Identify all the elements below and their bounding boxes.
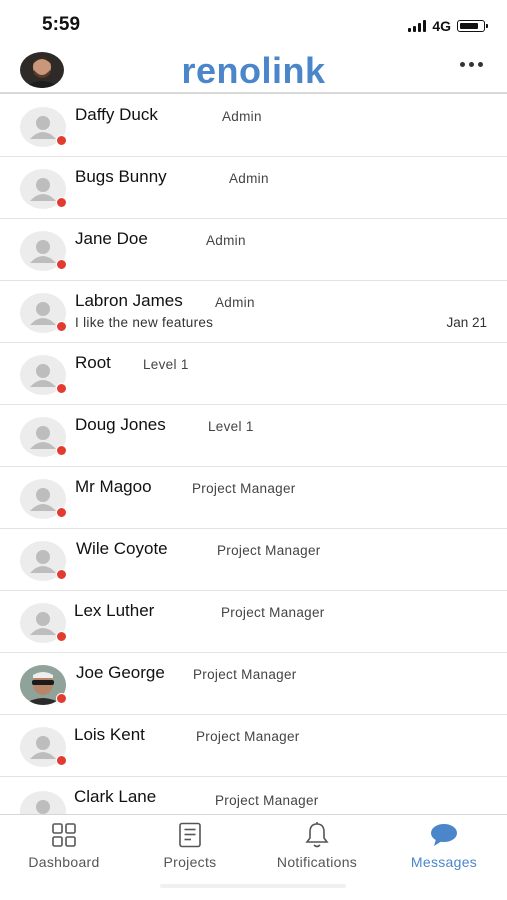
last-message: I like the new features <box>75 315 214 330</box>
contact-row[interactable]: Mr Magoo Project Manager <box>0 467 507 529</box>
contact-role: Level 1 <box>208 419 254 434</box>
default-avatar-icon <box>20 541 67 581</box>
status-dot <box>56 259 67 270</box>
tab-dashboard[interactable]: Dashboard <box>1 821 127 870</box>
status-dot <box>56 383 67 394</box>
status-indicators: 4G <box>408 18 488 34</box>
contact-name: Jane Doe <box>75 229 148 248</box>
tab-projects[interactable]: Projects <box>127 821 253 870</box>
status-dot <box>56 197 67 208</box>
default-avatar-icon <box>20 727 67 767</box>
message-date: Jan 21 <box>446 315 487 330</box>
status-time: 5:59 <box>42 14 81 35</box>
contact-role: Admin <box>206 233 246 248</box>
status-dot <box>56 693 67 704</box>
default-avatar-icon <box>20 791 66 814</box>
contact-role: Admin <box>229 171 269 186</box>
default-avatar-icon <box>20 417 67 457</box>
tab-label: Messages <box>410 854 478 870</box>
signal-icon <box>408 20 427 32</box>
contact-row[interactable]: Clark Lane Project Manager <box>0 779 507 814</box>
contact-role: Project Manager <box>192 481 296 496</box>
contact-name: Wile Coyote <box>76 539 168 558</box>
contact-row[interactable]: Doug Jones Level 1 <box>0 405 507 467</box>
contact-row[interactable]: Lois Kent Project Manager <box>0 715 507 777</box>
default-avatar-icon <box>20 231 67 271</box>
status-dot <box>56 507 67 518</box>
status-bar: 5:59 4G <box>0 0 507 48</box>
tab-notifications[interactable]: Notifications <box>254 821 380 870</box>
default-avatar-icon <box>20 169 67 209</box>
chat-bubble-icon <box>381 821 507 849</box>
contact-list: Daffy Duck Admin Bugs Bunny Admin Jane D… <box>0 95 507 814</box>
document-icon <box>127 821 253 849</box>
status-dot <box>56 321 67 332</box>
contact-role: Admin <box>222 109 262 124</box>
contact-row[interactable]: Root Level 1 <box>0 343 507 405</box>
user-photo-avatar <box>20 665 67 705</box>
default-avatar-icon <box>20 603 67 643</box>
status-dot <box>56 755 67 766</box>
contact-role: Project Manager <box>215 793 319 808</box>
contact-row[interactable]: Daffy Duck Admin <box>0 95 507 157</box>
status-dot <box>56 631 67 642</box>
contact-name: Root <box>75 353 111 372</box>
status-dot <box>56 569 67 580</box>
tab-messages[interactable]: Messages <box>381 821 507 870</box>
battery-icon <box>457 20 488 32</box>
tab-label: Dashboard <box>28 854 100 870</box>
contact-role: Level 1 <box>143 357 189 372</box>
contact-role: Project Manager <box>193 667 297 682</box>
contact-role: Admin <box>215 295 255 310</box>
default-avatar-icon <box>20 355 67 395</box>
bell-icon <box>254 821 380 849</box>
default-avatar-icon <box>20 107 67 147</box>
contact-name: Mr Magoo <box>75 477 152 496</box>
contact-name: Clark Lane <box>74 787 157 806</box>
contact-name: Lex Luther <box>74 601 155 620</box>
contact-role: Project Manager <box>221 605 325 620</box>
tab-label: Notifications <box>276 854 358 870</box>
more-dots-icon[interactable] <box>460 62 483 67</box>
contact-name: Joe George <box>76 663 165 682</box>
contact-name: Lois Kent <box>74 725 145 744</box>
contact-row[interactable]: Jane Doe Admin <box>0 219 507 281</box>
contact-name: Doug Jones <box>75 415 166 434</box>
status-dot <box>56 445 67 456</box>
contact-row[interactable]: Bugs Bunny Admin <box>0 157 507 219</box>
app-header: renolink <box>0 48 507 94</box>
grid-icon <box>1 821 127 849</box>
contact-row[interactable]: Lex Luther Project Manager <box>0 591 507 653</box>
contact-role: Project Manager <box>196 729 300 744</box>
contact-row[interactable]: Labron James Admin I like the new featur… <box>0 281 507 343</box>
home-indicator <box>160 884 346 888</box>
status-dot <box>56 135 67 146</box>
contact-row[interactable]: Wile Coyote Project Manager <box>0 529 507 591</box>
network-type: 4G <box>432 18 451 34</box>
contact-name: Daffy Duck <box>75 105 158 124</box>
contact-name: Labron James <box>75 291 183 310</box>
default-avatar-icon <box>20 479 67 519</box>
tab-label: Projects <box>163 854 217 870</box>
contact-role: Project Manager <box>217 543 321 558</box>
default-avatar-icon <box>20 293 67 333</box>
contact-name: Bugs Bunny <box>75 167 167 186</box>
app-logo: renolink <box>181 50 326 91</box>
contact-row[interactable]: Joe George Project Manager <box>0 653 507 715</box>
